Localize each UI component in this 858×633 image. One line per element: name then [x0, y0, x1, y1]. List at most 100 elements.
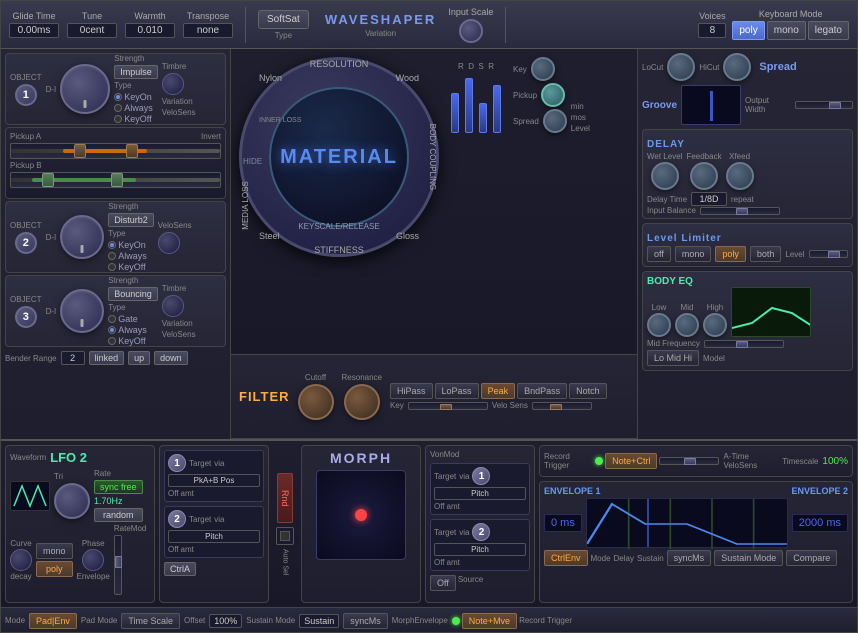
obj3-timbre-knob[interactable]: [162, 295, 184, 317]
input-balance-handle[interactable]: [736, 208, 748, 215]
obj2-keyon-radio[interactable]: KeyOn: [108, 240, 154, 250]
ratemod-slider[interactable]: [114, 535, 122, 595]
obj1-keyoff-radio[interactable]: KeyOff: [114, 114, 158, 124]
poly-btn[interactable]: poly: [36, 561, 73, 577]
level-mono-button[interactable]: mono: [675, 246, 712, 262]
target-2-value[interactable]: Pitch: [168, 530, 260, 543]
notch-button[interactable]: Notch: [569, 383, 607, 399]
cutoff-knob[interactable]: [298, 384, 334, 420]
low-knob[interactable]: [647, 313, 671, 337]
pad-env-button[interactable]: Pad|Env: [29, 613, 77, 629]
note-mve-button[interactable]: Note+Mve: [462, 613, 517, 629]
level-both-button[interactable]: both: [750, 246, 782, 262]
lfo-rate-knob[interactable]: [54, 483, 90, 519]
obj3-strength-knob[interactable]: [60, 289, 104, 333]
output-width-handle[interactable]: [829, 102, 841, 109]
bndpass-button[interactable]: BndPass: [517, 383, 567, 399]
glide-time-value[interactable]: 0.00ms: [9, 23, 59, 38]
output-width-slider[interactable]: [795, 101, 854, 109]
ratemod-handle[interactable]: [115, 556, 122, 568]
hicut-knob[interactable]: [723, 53, 751, 81]
kb-legato-button[interactable]: legato: [808, 21, 849, 40]
spread-knob2[interactable]: [543, 109, 567, 133]
lopass-button[interactable]: LoPass: [435, 383, 479, 399]
off-button[interactable]: Off: [430, 575, 456, 591]
auto-select-box[interactable]: [276, 527, 294, 545]
bender-value[interactable]: 2: [61, 351, 85, 365]
randomize-button[interactable]: Rnd: [277, 473, 293, 523]
input-balance-slider[interactable]: [700, 207, 780, 215]
obj2-strength-knob[interactable]: [60, 215, 104, 259]
bender-up-button[interactable]: up: [128, 351, 150, 365]
syncs-button[interactable]: syncMs: [667, 550, 712, 566]
filter-key-handle[interactable]: [440, 404, 452, 410]
phase-knob[interactable]: [82, 549, 104, 571]
pickup-b-handle2[interactable]: [111, 173, 123, 187]
sync-ms-button[interactable]: syncMs: [343, 613, 388, 629]
obj3-always-radio[interactable]: Always: [108, 325, 158, 335]
obj1-strength-knob[interactable]: [60, 64, 110, 114]
mid-freq-slider[interactable]: [704, 340, 784, 348]
adsr-s-bar[interactable]: [479, 103, 487, 133]
lo-mid-hi-button[interactable]: Lo Mid Hi: [647, 350, 699, 366]
filter-velo-handle[interactable]: [550, 404, 562, 410]
mono-btn[interactable]: mono: [36, 543, 73, 559]
ctrla-button[interactable]: CtrlA: [164, 562, 196, 576]
sync-free-button[interactable]: sync free: [94, 480, 143, 494]
kb-poly-button[interactable]: poly: [732, 21, 764, 40]
level-off-button[interactable]: off: [647, 246, 671, 262]
key-knob[interactable]: [531, 57, 555, 81]
obj3-type-button[interactable]: Bouncing: [108, 287, 158, 301]
target-r1-pitch[interactable]: Pitch: [434, 487, 526, 500]
xfeed-knob[interactable]: [726, 162, 754, 190]
sustain-mode-button[interactable]: Sustain Mode: [714, 550, 783, 566]
kb-mono-button[interactable]: mono: [767, 21, 806, 40]
adsr-d-bar[interactable]: [465, 78, 473, 133]
delay-time-value[interactable]: 1/8D: [691, 192, 727, 206]
envelope-display[interactable]: [586, 498, 788, 548]
compare-button[interactable]: Compare: [786, 550, 837, 566]
adsr-r-bar[interactable]: [451, 93, 459, 133]
target-1-value[interactable]: PkA+B Pos: [168, 474, 260, 487]
hipass-button[interactable]: HiPass: [390, 383, 433, 399]
resonance-knob[interactable]: [344, 384, 380, 420]
pickup-b-handle1[interactable]: [42, 173, 54, 187]
pickup-a-handle2[interactable]: [126, 144, 138, 158]
pickup-a-handle[interactable]: [74, 144, 86, 158]
peak-button[interactable]: Peak: [481, 383, 516, 399]
ctrl-env-button[interactable]: CtrlEnv: [544, 550, 588, 566]
bender-down-button[interactable]: down: [154, 351, 188, 365]
obj1-always-radio[interactable]: Always: [114, 103, 158, 113]
curve-knob[interactable]: [10, 549, 32, 571]
warmth-value[interactable]: 0.010: [125, 23, 175, 38]
level-handle[interactable]: [828, 251, 840, 258]
offset-value[interactable]: 100%: [209, 614, 242, 628]
locut-knob[interactable]: [667, 53, 695, 81]
obj2-disturb-button[interactable]: Disturb2: [108, 213, 154, 227]
voices-value[interactable]: 8: [698, 23, 726, 38]
obj3-keyoff-radio[interactable]: KeyOff: [108, 336, 158, 346]
feedback-knob[interactable]: [690, 162, 718, 190]
record-slider[interactable]: [659, 457, 719, 465]
softsat-button[interactable]: SoftSat: [258, 10, 309, 29]
obj2-velosens-knob[interactable]: [158, 232, 180, 254]
record-handle[interactable]: [684, 458, 696, 465]
high-knob[interactable]: [703, 313, 727, 337]
pickup-a-slider[interactable]: [10, 143, 221, 159]
obj3-gate-radio[interactable]: Gate: [108, 314, 158, 324]
filter-key-slider[interactable]: [408, 402, 488, 410]
transpose-value[interactable]: none: [183, 23, 233, 38]
mid-freq-handle[interactable]: [736, 341, 748, 348]
input-scale-knob[interactable]: [459, 19, 483, 43]
bender-linked-button[interactable]: linked: [89, 351, 125, 365]
obj1-timbre-knob[interactable]: [162, 73, 184, 95]
tune-value[interactable]: 0cent: [67, 23, 117, 38]
wet-level-knob[interactable]: [651, 162, 679, 190]
adsr-r2-bar[interactable]: [493, 85, 501, 133]
morph-pad[interactable]: [316, 470, 406, 560]
obj2-keyoff-radio[interactable]: KeyOff: [108, 262, 154, 272]
random-button[interactable]: random: [94, 508, 143, 522]
mid-knob[interactable]: [675, 313, 699, 337]
obj1-type-button[interactable]: Impulse: [114, 65, 158, 79]
obj2-always-radio[interactable]: Always: [108, 251, 154, 261]
